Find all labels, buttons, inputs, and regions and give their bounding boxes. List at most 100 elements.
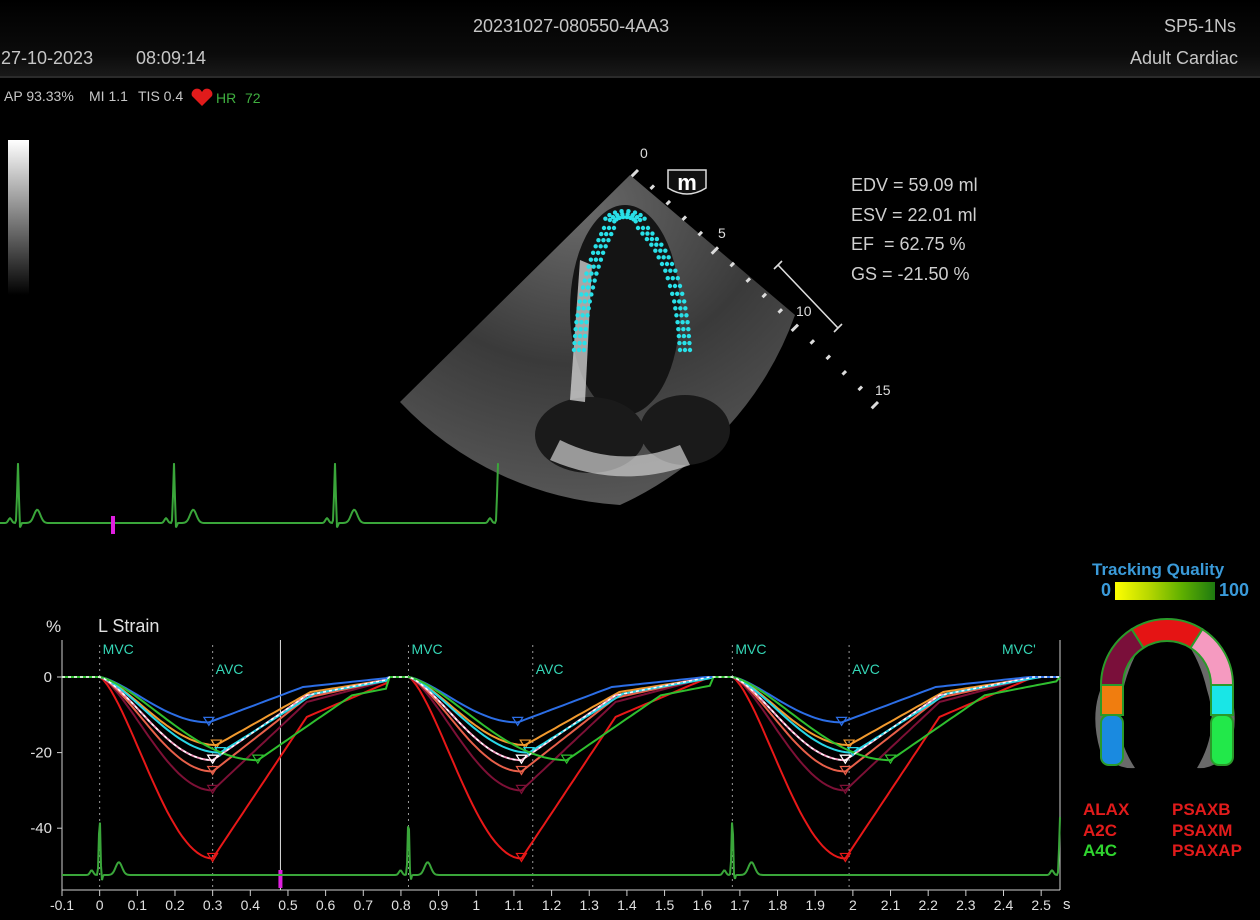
tracking-quality-max: 100 (1219, 580, 1250, 600)
tracking-dot (650, 231, 655, 236)
tracking-dot (677, 347, 683, 353)
heart-rate-value: 72 (245, 90, 261, 106)
gs-value: GS = -21.50 % (851, 263, 970, 284)
tracking-dot (676, 326, 681, 332)
tracking-dot (680, 291, 685, 296)
tracking-dot (601, 225, 607, 231)
tracking-dot (578, 326, 583, 332)
measurements-panel: EDV = 59.09 ml ESV = 22.01 ml EF = 62.75… (851, 171, 978, 289)
depth-tick (649, 184, 656, 191)
strain-curve (62, 676, 1060, 747)
tracking-dot (588, 257, 594, 262)
tracking-dot (572, 333, 578, 339)
depth-mark-0: 0 (640, 145, 648, 161)
tracking-dot (580, 285, 586, 290)
tracking-dot (594, 271, 599, 276)
x-tick-label: 0.3 (203, 897, 223, 913)
depth-tick (825, 354, 832, 361)
tracking-dot (667, 283, 673, 289)
tracking-dot (666, 255, 671, 260)
depth-mark-15: 15 (875, 382, 891, 398)
tracking-dot (670, 291, 675, 296)
tracking-dot (637, 217, 643, 223)
depth-tick (630, 168, 640, 178)
tracking-dot (585, 313, 590, 318)
event-label: MVC (103, 641, 134, 657)
tracking-dot (644, 236, 650, 242)
x-tick-label: 2.4 (994, 897, 1014, 913)
tracking-dot (661, 255, 666, 260)
tracking-dot (611, 225, 617, 231)
tracking-dot (573, 326, 578, 332)
y-tick-label: -40 (30, 820, 52, 837)
tracking-dot (668, 268, 673, 273)
x-tick-label: 2.2 (918, 897, 938, 913)
depth-tick (790, 323, 800, 333)
tracking-dot (620, 214, 626, 220)
tracking-dot (586, 264, 591, 269)
event-label: MVC (411, 641, 442, 657)
tracking-dot (577, 299, 582, 304)
x-tick-label: 0.7 (354, 897, 374, 913)
x-tick-label: 0 (96, 897, 104, 913)
tracking-dot (601, 238, 606, 243)
tracking-dot (640, 231, 645, 236)
tracking-dot (642, 216, 647, 221)
tracking-dot (654, 242, 659, 247)
m-logo-icon: m (667, 169, 707, 195)
tracking-dot (585, 285, 591, 290)
event-label: MVC' (1002, 641, 1036, 657)
tracking-dot (679, 313, 684, 318)
tracking-quality-bar (1115, 582, 1215, 600)
tracking-dot (672, 299, 677, 304)
segment-left-upper (1099, 627, 1145, 686)
legend-psaxb: PSAXB (1172, 800, 1231, 819)
tracking-dot (591, 264, 596, 269)
x-tick-label: 1.8 (768, 897, 788, 913)
tracking-dot (674, 313, 679, 318)
tracking-dot (675, 276, 680, 281)
ecg-cursor-marker (111, 516, 115, 534)
x-tick-label: 2.3 (956, 897, 976, 913)
segment-right-mid (1210, 684, 1234, 716)
x-tick-label: 0.5 (278, 897, 298, 913)
tracking-dot (680, 320, 685, 325)
tracking-dot (687, 340, 692, 346)
tracking-dot (590, 285, 596, 290)
study-id: 20231027-080550-4AA3 (473, 16, 670, 36)
legend-a2c: A2C (1083, 820, 1118, 840)
x-tick-label: 1.5 (655, 897, 675, 913)
tracking-dot (584, 271, 589, 276)
tracking-dot (581, 347, 587, 353)
ecg-trace-lower (62, 817, 1061, 881)
tracking-dot (673, 306, 678, 311)
svg-text:m: m (677, 170, 697, 195)
tracking-dot (606, 225, 612, 231)
tracking-dot (600, 250, 606, 255)
tracking-dot (649, 242, 654, 247)
tracking-dot (596, 264, 601, 269)
tracking-dot (681, 326, 686, 332)
tracking-dot (584, 320, 589, 325)
tracking-dot (686, 326, 691, 332)
tracking-dot (683, 306, 688, 311)
depth-tick (697, 230, 704, 237)
tracking-dot (590, 250, 596, 255)
tracking-dot (581, 306, 586, 311)
tracking-dot (658, 248, 663, 253)
ef-value: EF = 62.75 % (851, 234, 966, 255)
x-tick-label: 2 (849, 897, 857, 913)
tracking-dot (596, 238, 601, 243)
tracking-dot (673, 268, 678, 273)
x-tick-label: 0.1 (128, 897, 148, 913)
tracking-dot (678, 306, 683, 311)
tracking-dot (635, 225, 641, 231)
tracking-dot (571, 347, 577, 353)
tracking-dot (582, 278, 587, 283)
heart-rate-label: HR (216, 90, 237, 106)
exam-date: 27-10-2023 (1, 48, 94, 68)
legend-a4c: A4C (1083, 841, 1118, 860)
legend-right: PSAXB PSAXM PSAXAP (1172, 800, 1242, 862)
tracking-dot (663, 268, 668, 273)
tracking-dot (645, 231, 650, 236)
